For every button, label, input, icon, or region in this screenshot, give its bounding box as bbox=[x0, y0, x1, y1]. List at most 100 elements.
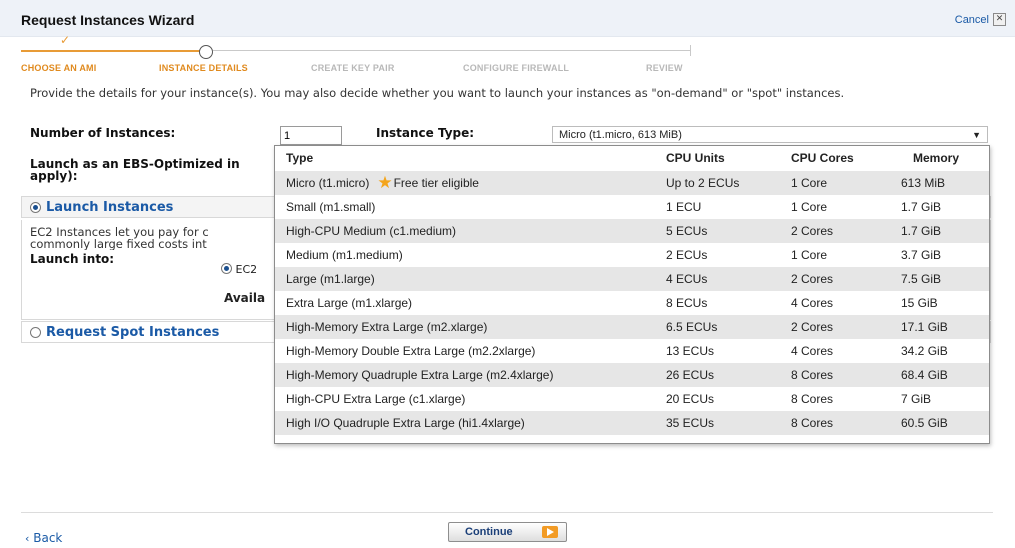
spot-instances-title[interactable]: Request Spot Instances bbox=[46, 325, 219, 340]
close-icon[interactable]: ✕ bbox=[993, 13, 1006, 26]
row-memory: 7 GiB bbox=[901, 392, 932, 406]
instance-row-m1-medium[interactable]: Medium (m1.medium) 2 ECUs 1 Core 3.7 GiB bbox=[275, 243, 989, 267]
continue-label: Continue bbox=[465, 526, 513, 538]
row-cpu-cores: 8 Cores bbox=[791, 368, 834, 382]
free-tier-badge: Free tier eligible bbox=[393, 176, 479, 190]
cancel-control[interactable]: Cancel ✕ bbox=[955, 13, 1006, 26]
ec2-option-label: EC2 bbox=[235, 263, 258, 276]
row-memory: 15 GiB bbox=[901, 296, 938, 310]
step-track-end bbox=[690, 45, 691, 56]
row-type: Small (m1.small) bbox=[286, 200, 376, 214]
row-memory: 7.5 GiB bbox=[901, 272, 942, 286]
step-instance-details: INSTANCE DETAILS bbox=[159, 63, 248, 73]
launch-into-label: Launch into: bbox=[30, 252, 115, 266]
row-type: High-CPU Extra Large (c1.xlarge) bbox=[286, 392, 466, 406]
row-type: Micro (t1.micro) bbox=[286, 176, 370, 190]
launch-description-line-2: commonly large fixed costs int bbox=[30, 237, 207, 250]
launch-instances-radio[interactable] bbox=[30, 202, 41, 213]
chevron-left-icon: ‹ bbox=[25, 532, 30, 545]
row-memory: 60.5 GiB bbox=[901, 416, 948, 430]
header-cpu-units: CPU Units bbox=[666, 151, 725, 165]
row-type: Medium (m1.medium) bbox=[286, 248, 403, 262]
step-choose-ami[interactable]: CHOOSE AN AMI bbox=[21, 63, 96, 73]
current-step-circle bbox=[199, 45, 213, 59]
instance-row-c1-medium[interactable]: High-CPU Medium (c1.medium) 5 ECUs 2 Cor… bbox=[275, 219, 989, 243]
num-instances-label: Number of Instances: bbox=[30, 126, 176, 140]
row-cpu-units: 4 ECUs bbox=[666, 272, 708, 286]
row-memory: 34.2 GiB bbox=[901, 344, 948, 358]
row-cpu-cores: 2 Cores bbox=[791, 272, 834, 286]
row-cpu-cores: 2 Cores bbox=[791, 224, 834, 238]
row-type: High I/O Quadruple Extra Large (hi1.4xla… bbox=[286, 416, 525, 430]
instance-row-m1-small[interactable]: Small (m1.small) 1 ECU 1 Core 1.7 GiB bbox=[275, 195, 989, 219]
back-label: Back bbox=[33, 531, 63, 545]
row-cpu-cores: 1 Core bbox=[791, 176, 828, 190]
launch-instances-title[interactable]: Launch Instances bbox=[46, 200, 173, 215]
row-cpu-units: 20 ECUs bbox=[666, 392, 715, 406]
dropdown-header: Type CPU Units CPU Cores Memory bbox=[275, 146, 989, 170]
row-memory: 613 MiB bbox=[901, 176, 946, 190]
header-type: Type bbox=[286, 151, 314, 165]
row-type: High-Memory Quadruple Extra Large (m2.4x… bbox=[286, 368, 554, 382]
instance-type-value: Micro (t1.micro, 613 MiB) bbox=[559, 129, 682, 141]
cancel-link[interactable]: Cancel bbox=[955, 14, 989, 26]
row-memory: 17.1 GiB bbox=[901, 320, 948, 334]
instance-row-m1-large[interactable]: Large (m1.large) 4 ECUs 2 Cores 7.5 GiB bbox=[275, 267, 989, 291]
header-cpu-cores: CPU Cores bbox=[791, 151, 854, 165]
instance-row-m2-2xlarge[interactable]: High-Memory Double Extra Large (m2.2xlar… bbox=[275, 339, 989, 363]
instance-type-select[interactable]: Micro (t1.micro, 613 MiB) ▼ bbox=[552, 126, 988, 143]
row-cpu-cores: 2 Cores bbox=[791, 320, 834, 334]
ebs-optimized-label-cont: apply): bbox=[30, 169, 78, 183]
row-type: Large (m1.large) bbox=[286, 272, 375, 286]
launch-description: EC2 Instances let you pay for c commonly… bbox=[30, 226, 274, 250]
step-configure-firewall: CONFIGURE FIREWALL bbox=[463, 63, 570, 73]
row-cpu-cores: 1 Core bbox=[791, 200, 828, 214]
row-cpu-cores: 4 Cores bbox=[791, 344, 834, 358]
header-memory: Memory bbox=[913, 151, 960, 165]
row-type: Extra Large (m1.xlarge) bbox=[286, 296, 413, 310]
ec2-option[interactable]: EC2 bbox=[221, 262, 257, 276]
row-cpu-cores: 1 Core bbox=[791, 248, 828, 262]
row-cpu-cores: 8 Cores bbox=[791, 416, 834, 430]
instance-type-label: Instance Type: bbox=[376, 126, 475, 140]
chevron-down-icon[interactable]: ▼ bbox=[972, 127, 981, 144]
step-progress-track bbox=[21, 45, 691, 56]
row-type: High-CPU Medium (c1.medium) bbox=[286, 224, 457, 238]
row-cpu-cores: 4 Cores bbox=[791, 296, 834, 310]
row-memory: 3.7 GiB bbox=[901, 248, 942, 262]
num-instances-input[interactable] bbox=[280, 126, 342, 145]
check-icon: ✓ bbox=[60, 33, 71, 47]
row-cpu-units: 26 ECUs bbox=[666, 368, 715, 382]
back-link[interactable]: ‹ Back bbox=[25, 531, 62, 545]
row-cpu-units: 1 ECU bbox=[666, 200, 702, 214]
step-review: REVIEW bbox=[646, 63, 683, 73]
star-icon: ★ bbox=[377, 173, 393, 192]
wizard-header: Request Instances Wizard Cancel ✕ bbox=[0, 0, 1015, 37]
step-track-completed bbox=[21, 50, 206, 52]
instance-row-hi1-4xlarge[interactable]: High I/O Quadruple Extra Large (hi1.4xla… bbox=[275, 411, 989, 435]
ec2-radio[interactable] bbox=[221, 263, 232, 274]
row-memory: 68.4 GiB bbox=[901, 368, 948, 382]
instance-row-t1-micro[interactable]: Micro (t1.micro) ★Free tier eligible Up t… bbox=[275, 171, 989, 195]
row-cpu-units: 8 ECUs bbox=[666, 296, 708, 310]
row-cpu-cores: 8 Cores bbox=[791, 392, 834, 406]
instance-row-m2-xlarge[interactable]: High-Memory Extra Large (m2.xlarge) 6.5 … bbox=[275, 315, 989, 339]
availability-zone-label: Availa bbox=[224, 291, 266, 305]
spot-instances-radio[interactable] bbox=[30, 327, 41, 338]
continue-button[interactable]: Continue bbox=[448, 522, 567, 542]
row-cpu-units: 5 ECUs bbox=[666, 224, 708, 238]
intro-text: Provide the details for your instance(s)… bbox=[30, 86, 845, 100]
row-memory: 1.7 GiB bbox=[901, 200, 942, 214]
wizard-title: Request Instances Wizard bbox=[21, 12, 195, 28]
instance-type-dropdown[interactable]: Type CPU Units CPU Cores Memory Micro (t… bbox=[274, 145, 990, 444]
instance-row-c1-xlarge[interactable]: High-CPU Extra Large (c1.xlarge) 20 ECUs… bbox=[275, 387, 989, 411]
step-track-remaining bbox=[213, 50, 691, 51]
step-create-key-pair: CREATE KEY PAIR bbox=[311, 63, 395, 73]
row-cpu-units: 35 ECUs bbox=[666, 416, 715, 430]
row-type: High-Memory Extra Large (m2.xlarge) bbox=[286, 320, 488, 334]
row-cpu-units: Up to 2 ECUs bbox=[666, 176, 740, 190]
arrow-right-icon bbox=[542, 526, 558, 538]
row-cpu-units: 13 ECUs bbox=[666, 344, 715, 358]
instance-row-m2-4xlarge[interactable]: High-Memory Quadruple Extra Large (m2.4x… bbox=[275, 363, 989, 387]
instance-row-m1-xlarge[interactable]: Extra Large (m1.xlarge) 8 ECUs 4 Cores 1… bbox=[275, 291, 989, 315]
